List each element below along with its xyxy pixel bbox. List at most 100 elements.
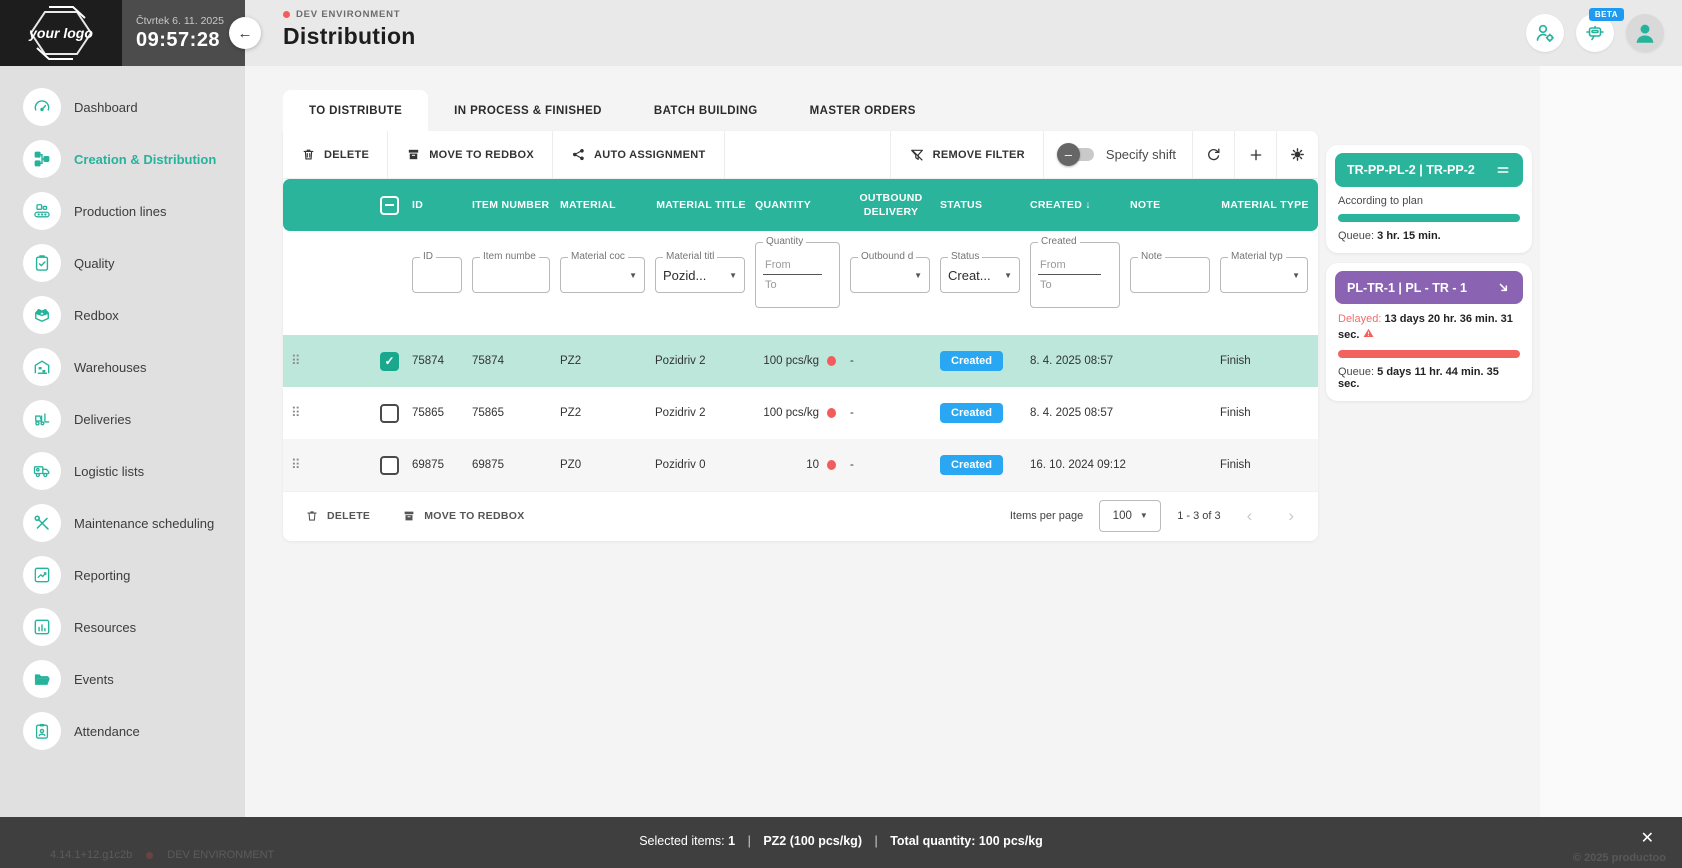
filter-note-input[interactable] [1138, 268, 1202, 282]
col-header-quantity[interactable]: QUANTITY [755, 198, 850, 212]
row-checkbox[interactable]: ✓ [380, 352, 399, 371]
filter-quantity-to-input[interactable] [763, 278, 832, 292]
table-row[interactable]: ⠿ 69875 69875 PZ0 Pozidriv 0 10 - Create… [283, 439, 1318, 491]
sidebar-item-warehouses[interactable]: Warehouses [0, 341, 245, 393]
chevron-down-icon: ▼ [629, 271, 637, 280]
arrow-down-right-icon [1496, 280, 1511, 295]
chatbot-button[interactable]: BETA [1576, 14, 1614, 52]
col-header-material-type[interactable]: MATERIAL TYPE [1220, 198, 1318, 212]
filter-created[interactable]: Created [1030, 242, 1120, 308]
cell-quantity: 10 [755, 459, 850, 471]
filter-quantity[interactable]: Quantity [755, 242, 840, 308]
page-range-label: 1 - 3 of 3 [1177, 510, 1220, 522]
user-settings-button[interactable] [1526, 14, 1564, 52]
filter-outbound-delivery[interactable]: Outbound d ▼ [850, 257, 930, 293]
filter-material-type[interactable]: Material typ ▼ [1220, 257, 1308, 293]
drag-handle[interactable]: ⠿ [283, 353, 380, 369]
plus-icon [1248, 147, 1264, 163]
col-header-status[interactable]: STATUS [940, 198, 1030, 212]
line-card-tr-pp-pl-2[interactable]: TR-PP-PL-2 | TR-PP-2 According to plan Q… [1326, 145, 1532, 253]
sidebar-item-reporting[interactable]: Reporting [0, 549, 245, 601]
col-header-id[interactable]: ID [412, 198, 472, 212]
table-row[interactable]: ⠿ 75865 75865 PZ2 Pozidriv 2 100 pcs/kg … [283, 387, 1318, 439]
environment-label: DEV ENVIRONMENT [283, 9, 416, 20]
col-header-material-title[interactable]: MATERIAL TITLE [655, 198, 755, 212]
filter-remove-icon [909, 147, 925, 163]
refresh-icon [1205, 146, 1222, 163]
sidebar-item-maintenance-scheduling[interactable]: Maintenance scheduling [0, 497, 245, 549]
filter-created-from-input[interactable] [1038, 258, 1101, 275]
truck-icon [32, 461, 52, 481]
sidebar-item-redbox[interactable]: Redbox [0, 289, 245, 341]
drag-handle[interactable]: ⠿ [283, 457, 380, 473]
col-header-item-number[interactable]: ITEM NUMBER [472, 198, 560, 212]
col-header-created[interactable]: CREATED ↓ [1030, 198, 1130, 212]
menu-icon [1495, 162, 1511, 178]
table-row[interactable]: ⠿ ✓ 75874 75874 PZ2 Pozidriv 2 100 pcs/k… [283, 335, 1318, 387]
remove-filter-button[interactable]: REMOVE FILTER [890, 131, 1043, 178]
add-button[interactable] [1234, 131, 1276, 178]
delete-button[interactable]: DELETE [283, 131, 388, 178]
filter-quantity-from-input[interactable] [763, 258, 822, 275]
profile-avatar[interactable] [1626, 14, 1664, 52]
app-logo[interactable]: your logo [0, 0, 122, 66]
drag-handle[interactable]: ⠿ [283, 405, 380, 421]
auto-assignment-button[interactable]: AUTO ASSIGNMENT [553, 131, 724, 178]
sidebar-item-production-lines[interactable]: Production lines [0, 185, 245, 237]
next-page-button[interactable]: › [1278, 506, 1304, 526]
line-status-text: According to plan [1338, 195, 1520, 207]
filter-note[interactable]: Note [1130, 257, 1210, 293]
move-to-redbox-button[interactable]: MOVE TO REDBOX [388, 131, 553, 178]
col-header-note[interactable]: NOTE [1130, 198, 1220, 212]
items-per-page-select[interactable]: 100 ▼ [1099, 500, 1161, 532]
delete-button-footer[interactable]: DELETE [289, 509, 386, 523]
cell-item-number: 69875 [472, 459, 560, 471]
refresh-button[interactable] [1192, 131, 1234, 178]
col-header-outbound-delivery[interactable]: OUTBOUND DELIVERY [850, 191, 940, 219]
collapse-sidebar-button[interactable]: ← [229, 17, 261, 49]
line-card-header[interactable]: TR-PP-PL-2 | TR-PP-2 [1335, 153, 1523, 187]
trash-icon [301, 147, 316, 162]
tab-in-process-finished[interactable]: IN PROCESS & FINISHED [428, 90, 628, 131]
robot-icon [1583, 21, 1607, 45]
filter-material-code[interactable]: Material coc ▼ [560, 257, 645, 293]
filter-id-input[interactable] [420, 268, 454, 282]
tab-batch-building[interactable]: BATCH BUILDING [628, 90, 784, 131]
sidebar-item-resources[interactable]: Resources [0, 601, 245, 653]
line-card-pl-tr-1[interactable]: PL-TR-1 | PL - TR - 1 Delayed: 13 days 2… [1326, 263, 1532, 401]
sidebar-item-creation-distribution[interactable]: Creation & Distribution [0, 133, 245, 185]
row-checkbox[interactable] [380, 404, 399, 423]
cell-outbound-delivery: - [850, 407, 940, 419]
specify-shift-toggle[interactable]: – [1060, 148, 1094, 161]
sidebar-item-dashboard[interactable]: Dashboard [0, 81, 245, 133]
filter-item-number[interactable]: Item numbe [472, 257, 550, 293]
filter-item-number-input[interactable] [480, 268, 542, 282]
sidebar-item-deliveries[interactable]: Deliveries [0, 393, 245, 445]
filter-created-to-input[interactable] [1038, 278, 1112, 292]
cell-material-title: Pozidriv 2 [655, 407, 755, 419]
tab-to-distribute[interactable]: TO DISTRIBUTE [283, 90, 428, 131]
stock-alert-dot-icon [827, 408, 836, 418]
specify-shift-label: Specify shift [1106, 147, 1176, 162]
sidebar-item-attendance[interactable]: Attendance [0, 705, 245, 757]
cell-material: PZ2 [560, 407, 655, 419]
tab-master-orders[interactable]: MASTER ORDERS [784, 90, 942, 131]
cell-created: 8. 4. 2025 08:57 [1030, 355, 1130, 367]
filter-status[interactable]: Status Creat... ▼ [940, 257, 1020, 293]
move-to-redbox-button-footer[interactable]: MOVE TO REDBOX [386, 509, 540, 523]
filter-id[interactable]: ID [412, 257, 462, 293]
current-date: Čtvrtek 6. 11. 2025 [136, 15, 245, 27]
filter-material-title[interactable]: Material titl Pozid... ▼ [655, 257, 745, 293]
settings-button[interactable] [1276, 131, 1318, 178]
previous-page-button[interactable]: ‹ [1237, 506, 1263, 526]
line-card-header[interactable]: PL-TR-1 | PL - TR - 1 [1335, 271, 1523, 304]
col-header-material[interactable]: MATERIAL [560, 198, 655, 212]
right-strip [1540, 66, 1682, 817]
select-all-checkbox[interactable] [380, 196, 399, 215]
sidebar-item-quality[interactable]: Quality [0, 237, 245, 289]
status-badge: Created [940, 455, 1003, 475]
sidebar-item-events[interactable]: Events [0, 653, 245, 705]
sidebar-item-logistic-lists[interactable]: Logistic lists [0, 445, 245, 497]
row-checkbox[interactable] [380, 456, 399, 475]
close-selection-button[interactable]: ✕ [1635, 830, 1660, 848]
